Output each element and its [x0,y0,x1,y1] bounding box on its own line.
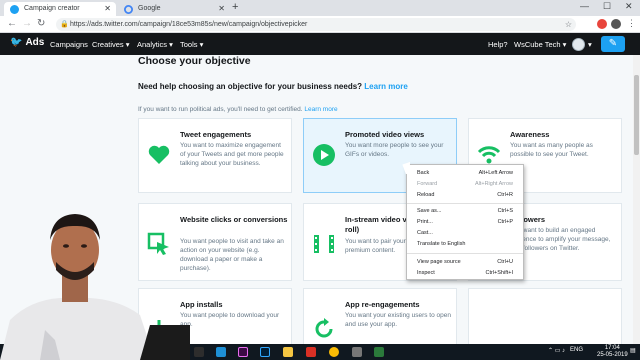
nav-creatives[interactable]: Creatives ▾ [92,40,130,49]
scrollbar-thumb[interactable] [634,75,639,155]
media-icon[interactable] [306,347,316,357]
premiere-icon[interactable] [238,347,248,357]
file-explorer-icon[interactable] [283,347,293,357]
photoshop-icon[interactable] [260,347,270,357]
context-menu-inspect[interactable]: Inspect Ctrl+Shift+I [407,268,523,279]
twitter-favicon-icon [10,5,19,14]
menu-divider [407,203,523,204]
refresh-icon [315,318,333,338]
nav-help[interactable]: Help? [488,40,508,49]
political-note: If you want to run political ads, you'll… [138,106,338,113]
tab-google[interactable]: Google ✕ [118,2,230,16]
card-description: You want people to download your app. [180,312,280,328]
extension-icon[interactable] [597,19,607,29]
url-input[interactable]: 🔒 https://ads.twitter.com/campaign/18ce5… [56,18,576,31]
objective-card-app-reengagements[interactable]: App re-engagements You want your existin… [303,288,457,345]
task-view-icon[interactable] [194,347,204,357]
card-title: App installs [180,300,223,309]
card-title: App re-engagements [345,300,420,309]
menu-kebab-icon[interactable]: ⋮ [627,18,636,29]
close-icon[interactable]: ✕ [218,2,225,16]
lock-icon: 🔒 [60,21,69,28]
notifications-icon[interactable]: ▤ [630,347,636,354]
compose-icon: ✎ [608,38,618,49]
context-menu-back[interactable]: Back Alt+Left Arrow [407,168,523,179]
card-description: You want to build an engaged audience to… [510,227,611,252]
menu-divider [407,253,523,254]
ads-navbar: 🐦 Ads Campaigns Creatives ▾ Analytics ▾ T… [0,33,640,55]
objective-card-empty [468,288,622,345]
language-indicator[interactable]: ENG [570,347,583,353]
bookmark-star-icon[interactable]: ☆ [565,18,572,31]
film-icon [314,235,334,253]
heart-icon [148,145,170,164]
address-bar: ← → ↻ 🔒 https://ads.twitter.com/campaign… [0,16,640,33]
objective-card-tweet-engagements[interactable]: Tweet engagements You want to maximize e… [138,118,292,193]
political-learn-more-link[interactable]: Learn more [304,106,337,113]
context-menu-cast[interactable]: Cast... [407,228,523,239]
context-menu-translate[interactable]: Translate to English [407,239,523,250]
context-menu-save-as[interactable]: Save as... Ctrl+S [407,206,523,217]
nav-account[interactable]: WsCube Tech ▾ [514,40,566,49]
card-description: You want more people to see your GIFs or… [345,142,444,158]
brand-label: Ads [25,37,45,48]
browser-tabstrip: Campaign creator ✕ Google ✕ + — ☐ ✕ [0,0,640,16]
learn-more-link[interactable]: Learn more [364,82,408,91]
compose-tweet-button[interactable]: ✎ [601,36,625,52]
context-menu-forward[interactable]: Forward Alt+Right Arrow [407,179,523,190]
avatar[interactable] [572,38,585,51]
context-menu-view-source[interactable]: View page source Ctrl+U [407,257,523,268]
card-description: You want to maximize engagement of your … [180,142,284,167]
chevron-down-icon[interactable]: ▾ [588,40,592,49]
back-arrow-icon[interactable]: ← [7,18,17,29]
tab-title: Google [138,5,161,12]
url-text: https://ads.twitter.com/campaign/18ce53m… [70,21,308,28]
forward-arrow-icon[interactable]: → [22,18,32,29]
nav-tools[interactable]: Tools ▾ [180,40,203,49]
card-title: Website clicks or conversions [180,215,288,224]
nav-analytics[interactable]: Analytics ▾ [137,40,173,49]
card-title: Awareness [510,130,550,139]
tab-campaign-creator[interactable]: Campaign creator ✕ [4,2,116,16]
app-icon[interactable] [374,347,384,357]
chrome-icon[interactable] [329,347,339,357]
twitter-bird-icon: 🐦 [10,37,23,48]
card-description: You want as many people as possible to s… [510,142,593,158]
card-title: Tweet engagements [180,130,252,139]
window-close-icon[interactable]: ✕ [625,1,633,12]
context-menu: Back Alt+Left Arrow Forward Alt+Right Arro… [406,164,524,280]
tray-icons[interactable]: ⌃ ▭ ♪ [548,347,565,354]
context-menu-reload[interactable]: Reload Ctrl+R [407,190,523,201]
app-icon[interactable] [352,347,362,357]
new-tab-button[interactable]: + [232,1,238,13]
ads-logo[interactable]: 🐦 Ads [10,37,44,48]
google-favicon-icon [124,5,133,14]
edge-icon[interactable] [216,347,226,357]
presenter-webcam-overlay [0,214,190,360]
card-title: Followers [510,215,546,224]
context-menu-print[interactable]: Print... Ctrl+P [407,217,523,228]
tab-title: Campaign creator [24,5,80,12]
system-clock[interactable]: 17:04 25-05-2019 [597,345,628,359]
page-title: Choose your objective [138,55,251,67]
profile-avatar[interactable] [611,19,621,29]
reload-icon[interactable]: ↻ [37,18,45,29]
card-description: You want people to visit and take an act… [180,238,284,272]
close-icon[interactable]: ✕ [104,2,111,16]
page-scrollbar[interactable] [633,55,640,344]
play-icon [313,144,335,166]
minimize-icon[interactable]: — [580,1,589,11]
card-title: Promoted video views [345,130,425,139]
help-question: Need help choosing an objective for your… [138,82,408,91]
nav-campaigns[interactable]: Campaigns [50,40,88,49]
card-description: You want your existing users to open and… [345,312,451,328]
maximize-icon[interactable]: ☐ [603,1,611,12]
